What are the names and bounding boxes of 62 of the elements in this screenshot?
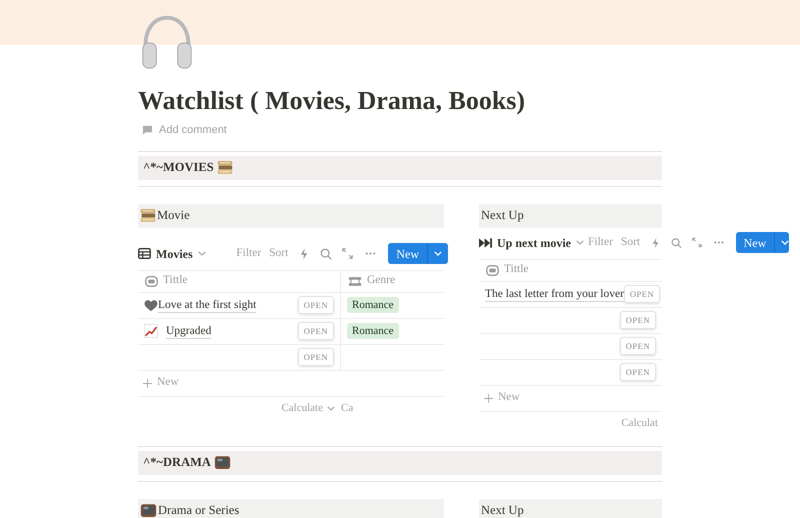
lightning-icon[interactable] xyxy=(652,236,660,248)
new-row-button[interactable]: New xyxy=(498,389,520,407)
calculate-button[interactable]: Calculate xyxy=(281,400,335,417)
title-property-icon xyxy=(486,264,499,276)
search-icon[interactable] xyxy=(671,236,682,248)
open-button[interactable]: OPEN xyxy=(298,348,334,366)
books-icon xyxy=(216,160,233,175)
open-button[interactable]: OPEN xyxy=(620,337,656,355)
toolbar-button[interactable]: Filter xyxy=(584,234,617,252)
open-button[interactable]: OPEN xyxy=(298,322,334,340)
toolbar-button[interactable]: Sort xyxy=(616,234,644,252)
tv-icon xyxy=(140,502,157,518)
chart-icon xyxy=(144,324,158,338)
column-header[interactable]: Genre xyxy=(341,270,444,292)
column-heading-text: Drama or Series xyxy=(158,502,240,518)
page-title: Watchlist ( Movies, Drama, Books) xyxy=(138,85,526,117)
more-icon[interactable] xyxy=(714,241,724,244)
plus-icon xyxy=(143,378,152,388)
books-icon xyxy=(140,208,156,223)
genre-tag: Romance xyxy=(347,323,399,339)
table-cell[interactable]: Love at the first sight xyxy=(158,298,256,312)
more-icon[interactable] xyxy=(365,252,376,255)
title-property-icon xyxy=(145,276,158,286)
new-dropdown-button[interactable] xyxy=(774,232,789,253)
plus-icon xyxy=(484,394,493,402)
tv-icon xyxy=(214,454,231,470)
caret-icon xyxy=(198,251,206,256)
open-button[interactable]: OPEN xyxy=(620,363,656,381)
chevron-down-icon xyxy=(781,240,789,245)
section-heading-text: ^*~MOVIES xyxy=(143,159,214,176)
caret-icon xyxy=(576,240,584,245)
genre-tag: Romance xyxy=(347,297,399,313)
chevron-down-icon xyxy=(327,406,335,411)
ticket-icon xyxy=(348,276,362,286)
column-heading-text: Next Up xyxy=(481,502,524,518)
skip-forward-icon xyxy=(479,238,492,248)
calculate-button[interactable]: Calculat xyxy=(621,415,658,432)
table-icon xyxy=(138,248,151,259)
search-icon[interactable] xyxy=(320,248,332,260)
toolbar-button[interactable]: Filter xyxy=(232,244,266,262)
lightning-icon[interactable] xyxy=(300,248,308,260)
new-row-button[interactable]: New xyxy=(157,374,179,392)
expand-icon[interactable] xyxy=(692,237,702,248)
column-header[interactable]: Tittle xyxy=(479,260,662,280)
view-tab[interactable]: Movies xyxy=(138,244,206,262)
comment-icon xyxy=(142,125,153,136)
expand-icon[interactable] xyxy=(342,248,354,259)
heart-icon xyxy=(144,298,158,312)
column-heading-text: Next Up xyxy=(481,207,524,224)
open-button[interactable]: OPEN xyxy=(620,311,656,329)
column-heading-text: Movie xyxy=(157,207,190,224)
calculate-button[interactable]: Ca xyxy=(341,400,354,417)
column-header[interactable]: Tittle xyxy=(138,270,341,292)
section-heading-text: ^*~DRAMA xyxy=(143,454,211,472)
chevron-down-icon xyxy=(434,251,442,256)
view-tab[interactable]: Up next movie xyxy=(479,234,584,252)
toolbar-button[interactable]: Sort xyxy=(265,244,292,262)
table-cell[interactable]: Upgraded xyxy=(166,324,212,338)
table-cell[interactable]: The last letter from your lover xyxy=(485,286,624,302)
open-button[interactable]: OPEN xyxy=(298,296,334,314)
open-button[interactable]: OPEN xyxy=(624,285,660,303)
add-comment-button[interactable]: Add comment xyxy=(159,122,227,138)
